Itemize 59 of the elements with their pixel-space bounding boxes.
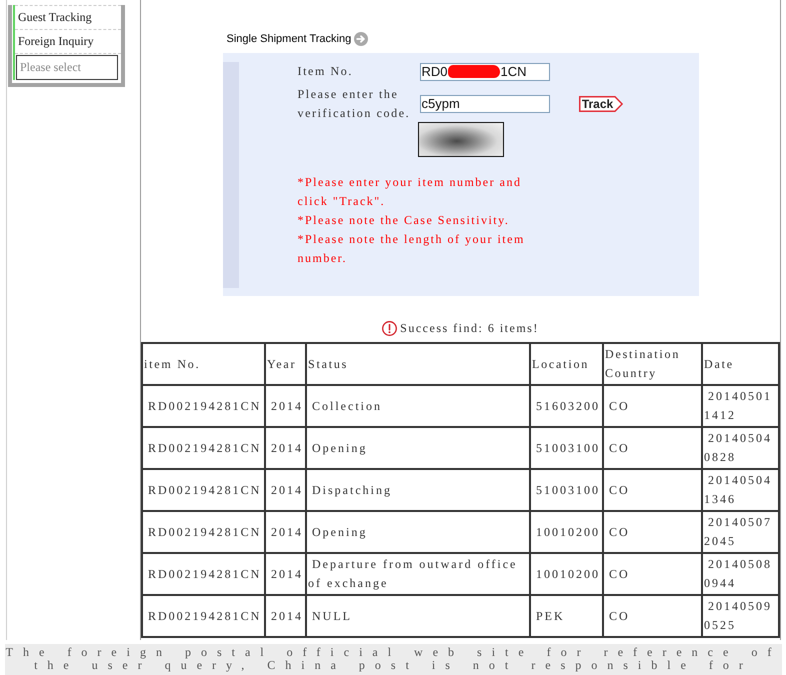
column-header: Year [265,343,306,385]
table-cell: CO [603,553,702,595]
table-cell: 20140504 0828 [702,427,779,469]
table-cell: CO [603,511,702,553]
table-cell: Dispatching [306,469,530,511]
table-cell: 2014 [265,595,306,637]
table-cell: CO [603,385,702,427]
column-header: Date [702,343,779,385]
note-text: *Please note the length of your item number. [298,231,526,267]
table-cell: CO [603,469,702,511]
table-cell: 20140501 1412 [702,385,779,427]
table-cell: Collection [306,385,530,427]
table-cell: RD002194281CN [142,469,265,511]
disclaimer-text: The foreign postal official web site for reference of the user query, China post is not responsible for [5,646,782,672]
input-field[interactable]: c5ypm [420,95,550,113]
table-cell: 2014 [265,553,306,595]
table-cell: 2014 [265,385,306,427]
sidebar-link[interactable]: Guest Tracking [15,6,121,30]
table-cell: 20140507 2045 [702,511,779,553]
table-cell: RD002194281CN [142,553,265,595]
field-label: Please enter the verification code. [298,86,412,122]
table-cell: RD002194281CN [142,595,265,637]
table-cell: CO [603,595,702,637]
section-title: Single Shipment Tracking [226,32,352,44]
table-cell: 20140504 1346 [702,469,779,511]
exclamation-circle-icon [382,320,398,336]
table-cell: RD002194281CN [142,511,265,553]
table-cell: 51003100 [530,469,603,511]
column-header: Status [306,343,530,385]
table-cell: Opening [306,427,530,469]
table-cell: NULL [306,595,530,637]
table-cell: Departure from outward office of exchange [306,553,530,595]
table-cell: 51003100 [530,427,603,469]
redaction-mark [448,65,500,78]
table-cell: 20140508 0944 [702,553,779,595]
table-cell: 2014 [265,469,306,511]
table-cell: Opening [306,511,530,553]
arrow-circle-icon[interactable] [354,32,368,46]
sidebar-link[interactable]: Foreign Inquiry [15,30,121,54]
table-cell: 2014 [265,511,306,553]
table-cell: 10010200 [530,553,603,595]
result-message: Success find: 6 items! [400,320,539,336]
table-cell: CO [603,427,702,469]
table-cell: RD002194281CN [142,385,265,427]
input-field[interactable]: RD0 1CN [420,62,550,80]
field-label: Item No. [298,63,354,80]
note-text: *Please enter your item number and click "Track". [298,174,522,210]
table-cell: 51603200 [530,385,603,427]
track-button[interactable]: Track [578,96,622,112]
table-cell: PEK [530,595,603,637]
column-header: Destination Country [603,343,702,385]
table-cell: 10010200 [530,511,603,553]
table-cell: RD002194281CN [142,427,265,469]
note-text: *Please note the Case Sensitivity. [298,212,510,229]
column-header: Location [530,343,603,385]
table-cell: 20140509 0525 [702,595,779,637]
select-field[interactable]: Please select [16,55,118,80]
column-header: item No. [142,343,265,385]
table-cell: 2014 [265,427,306,469]
